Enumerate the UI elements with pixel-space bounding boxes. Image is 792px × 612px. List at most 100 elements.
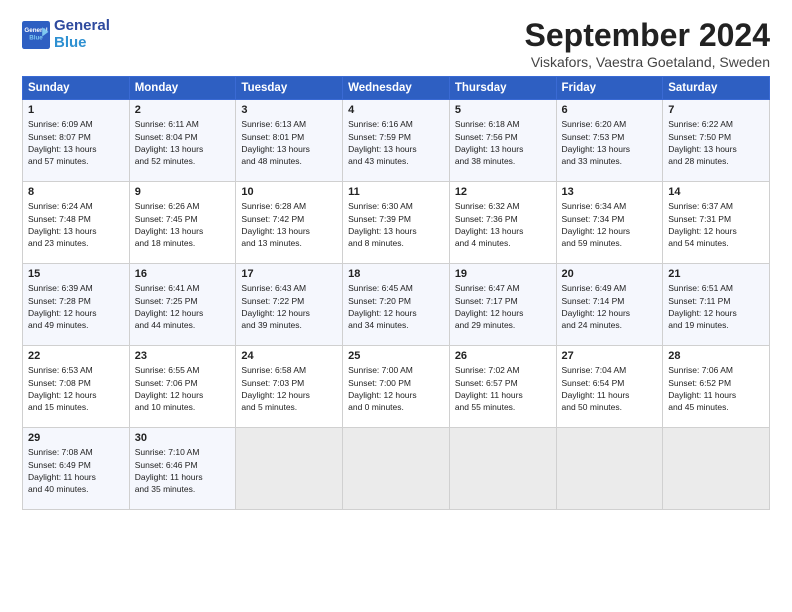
daylight-line1: Daylight: 12 hours [668,307,764,319]
sunrise-line: Sunrise: 6:49 AM [562,282,658,294]
sunset-line: Sunset: 8:07 PM [28,131,124,143]
calendar-cell: 21 Sunrise: 6:51 AM Sunset: 7:11 PM Dayl… [663,264,770,346]
daylight-line2: and 13 minutes. [241,237,337,249]
day-number: 24 [241,350,337,362]
sunrise-line: Sunrise: 6:45 AM [348,282,444,294]
daylight-line2: and 38 minutes. [455,155,551,167]
table-row: 8 Sunrise: 6:24 AM Sunset: 7:48 PM Dayli… [23,182,770,264]
sunrise-line: Sunrise: 7:06 AM [668,364,764,376]
daylight-line2: and 33 minutes. [562,155,658,167]
sunset-line: Sunset: 7:25 PM [135,295,231,307]
table-row: 29 Sunrise: 7:08 AM Sunset: 6:49 PM Dayl… [23,428,770,510]
day-number: 14 [668,186,764,198]
sunrise-line: Sunrise: 7:00 AM [348,364,444,376]
daylight-line1: Daylight: 11 hours [28,471,124,483]
calendar-cell: 2 Sunrise: 6:11 AM Sunset: 8:04 PM Dayli… [129,100,236,182]
calendar-cell [343,428,450,510]
daylight-line2: and 54 minutes. [668,237,764,249]
daylight-line2: and 34 minutes. [348,319,444,331]
day-number: 26 [455,350,551,362]
sunrise-line: Sunrise: 6:22 AM [668,118,764,130]
daylight-line2: and 43 minutes. [348,155,444,167]
daylight-line2: and 5 minutes. [241,401,337,413]
daylight-line1: Daylight: 12 hours [135,389,231,401]
sunset-line: Sunset: 6:57 PM [455,377,551,389]
calendar-cell: 28 Sunrise: 7:06 AM Sunset: 6:52 PM Dayl… [663,346,770,428]
sunset-line: Sunset: 7:56 PM [455,131,551,143]
table-row: 1 Sunrise: 6:09 AM Sunset: 8:07 PM Dayli… [23,100,770,182]
logo-text-general: General [54,18,110,35]
calendar-cell: 30 Sunrise: 7:10 AM Sunset: 6:46 PM Dayl… [129,428,236,510]
sunrise-line: Sunrise: 6:39 AM [28,282,124,294]
daylight-line2: and 57 minutes. [28,155,124,167]
daylight-line1: Daylight: 12 hours [348,389,444,401]
daylight-line2: and 55 minutes. [455,401,551,413]
daylight-line2: and 52 minutes. [135,155,231,167]
daylight-line1: Daylight: 12 hours [455,307,551,319]
day-number: 15 [28,268,124,280]
sunset-line: Sunset: 7:17 PM [455,295,551,307]
sunrise-line: Sunrise: 6:16 AM [348,118,444,130]
sunrise-line: Sunrise: 6:24 AM [28,200,124,212]
day-number: 2 [135,104,231,116]
day-number: 28 [668,350,764,362]
daylight-line1: Daylight: 13 hours [28,143,124,155]
calendar-cell [663,428,770,510]
calendar-cell: 26 Sunrise: 7:02 AM Sunset: 6:57 PM Dayl… [449,346,556,428]
day-number: 23 [135,350,231,362]
daylight-line2: and 59 minutes. [562,237,658,249]
sunset-line: Sunset: 6:52 PM [668,377,764,389]
calendar-cell: 10 Sunrise: 6:28 AM Sunset: 7:42 PM Dayl… [236,182,343,264]
daylight-line1: Daylight: 13 hours [348,225,444,237]
day-number: 30 [135,432,231,444]
daylight-line2: and 40 minutes. [28,483,124,495]
daylight-line1: Daylight: 12 hours [241,389,337,401]
calendar-page: General Blue General Blue September 2024… [0,0,792,612]
sunrise-line: Sunrise: 6:51 AM [668,282,764,294]
sunrise-line: Sunrise: 6:32 AM [455,200,551,212]
calendar-cell: 3 Sunrise: 6:13 AM Sunset: 8:01 PM Dayli… [236,100,343,182]
calendar-cell: 27 Sunrise: 7:04 AM Sunset: 6:54 PM Dayl… [556,346,663,428]
day-number: 29 [28,432,124,444]
sunrise-line: Sunrise: 6:34 AM [562,200,658,212]
sunset-line: Sunset: 7:03 PM [241,377,337,389]
sunrise-line: Sunrise: 6:13 AM [241,118,337,130]
daylight-line2: and 39 minutes. [241,319,337,331]
sunrise-line: Sunrise: 6:53 AM [28,364,124,376]
daylight-line2: and 15 minutes. [28,401,124,413]
sunrise-line: Sunrise: 7:08 AM [28,446,124,458]
day-number: 3 [241,104,337,116]
daylight-line2: and 45 minutes. [668,401,764,413]
sunrise-line: Sunrise: 6:55 AM [135,364,231,376]
daylight-line2: and 50 minutes. [562,401,658,413]
day-number: 18 [348,268,444,280]
daylight-line1: Daylight: 12 hours [241,307,337,319]
calendar-cell: 17 Sunrise: 6:43 AM Sunset: 7:22 PM Dayl… [236,264,343,346]
day-number: 16 [135,268,231,280]
daylight-line1: Daylight: 13 hours [28,225,124,237]
calendar-cell: 7 Sunrise: 6:22 AM Sunset: 7:50 PM Dayli… [663,100,770,182]
sunset-line: Sunset: 7:06 PM [135,377,231,389]
sunset-line: Sunset: 7:36 PM [455,213,551,225]
daylight-line2: and 35 minutes. [135,483,231,495]
day-number: 21 [668,268,764,280]
sunrise-line: Sunrise: 6:26 AM [135,200,231,212]
calendar-cell: 15 Sunrise: 6:39 AM Sunset: 7:28 PM Dayl… [23,264,130,346]
daylight-line1: Daylight: 13 hours [348,143,444,155]
daylight-line2: and 23 minutes. [28,237,124,249]
day-number: 13 [562,186,658,198]
sunset-line: Sunset: 7:34 PM [562,213,658,225]
daylight-line1: Daylight: 11 hours [135,471,231,483]
header: General Blue General Blue September 2024… [22,18,770,70]
calendar-cell: 14 Sunrise: 6:37 AM Sunset: 7:31 PM Dayl… [663,182,770,264]
daylight-line2: and 49 minutes. [28,319,124,331]
sunrise-line: Sunrise: 6:20 AM [562,118,658,130]
sunset-line: Sunset: 7:50 PM [668,131,764,143]
sunrise-line: Sunrise: 6:18 AM [455,118,551,130]
calendar-cell: 12 Sunrise: 6:32 AM Sunset: 7:36 PM Dayl… [449,182,556,264]
sunset-line: Sunset: 7:48 PM [28,213,124,225]
calendar-cell: 4 Sunrise: 6:16 AM Sunset: 7:59 PM Dayli… [343,100,450,182]
day-number: 6 [562,104,658,116]
calendar-cell [556,428,663,510]
sunset-line: Sunset: 7:28 PM [28,295,124,307]
